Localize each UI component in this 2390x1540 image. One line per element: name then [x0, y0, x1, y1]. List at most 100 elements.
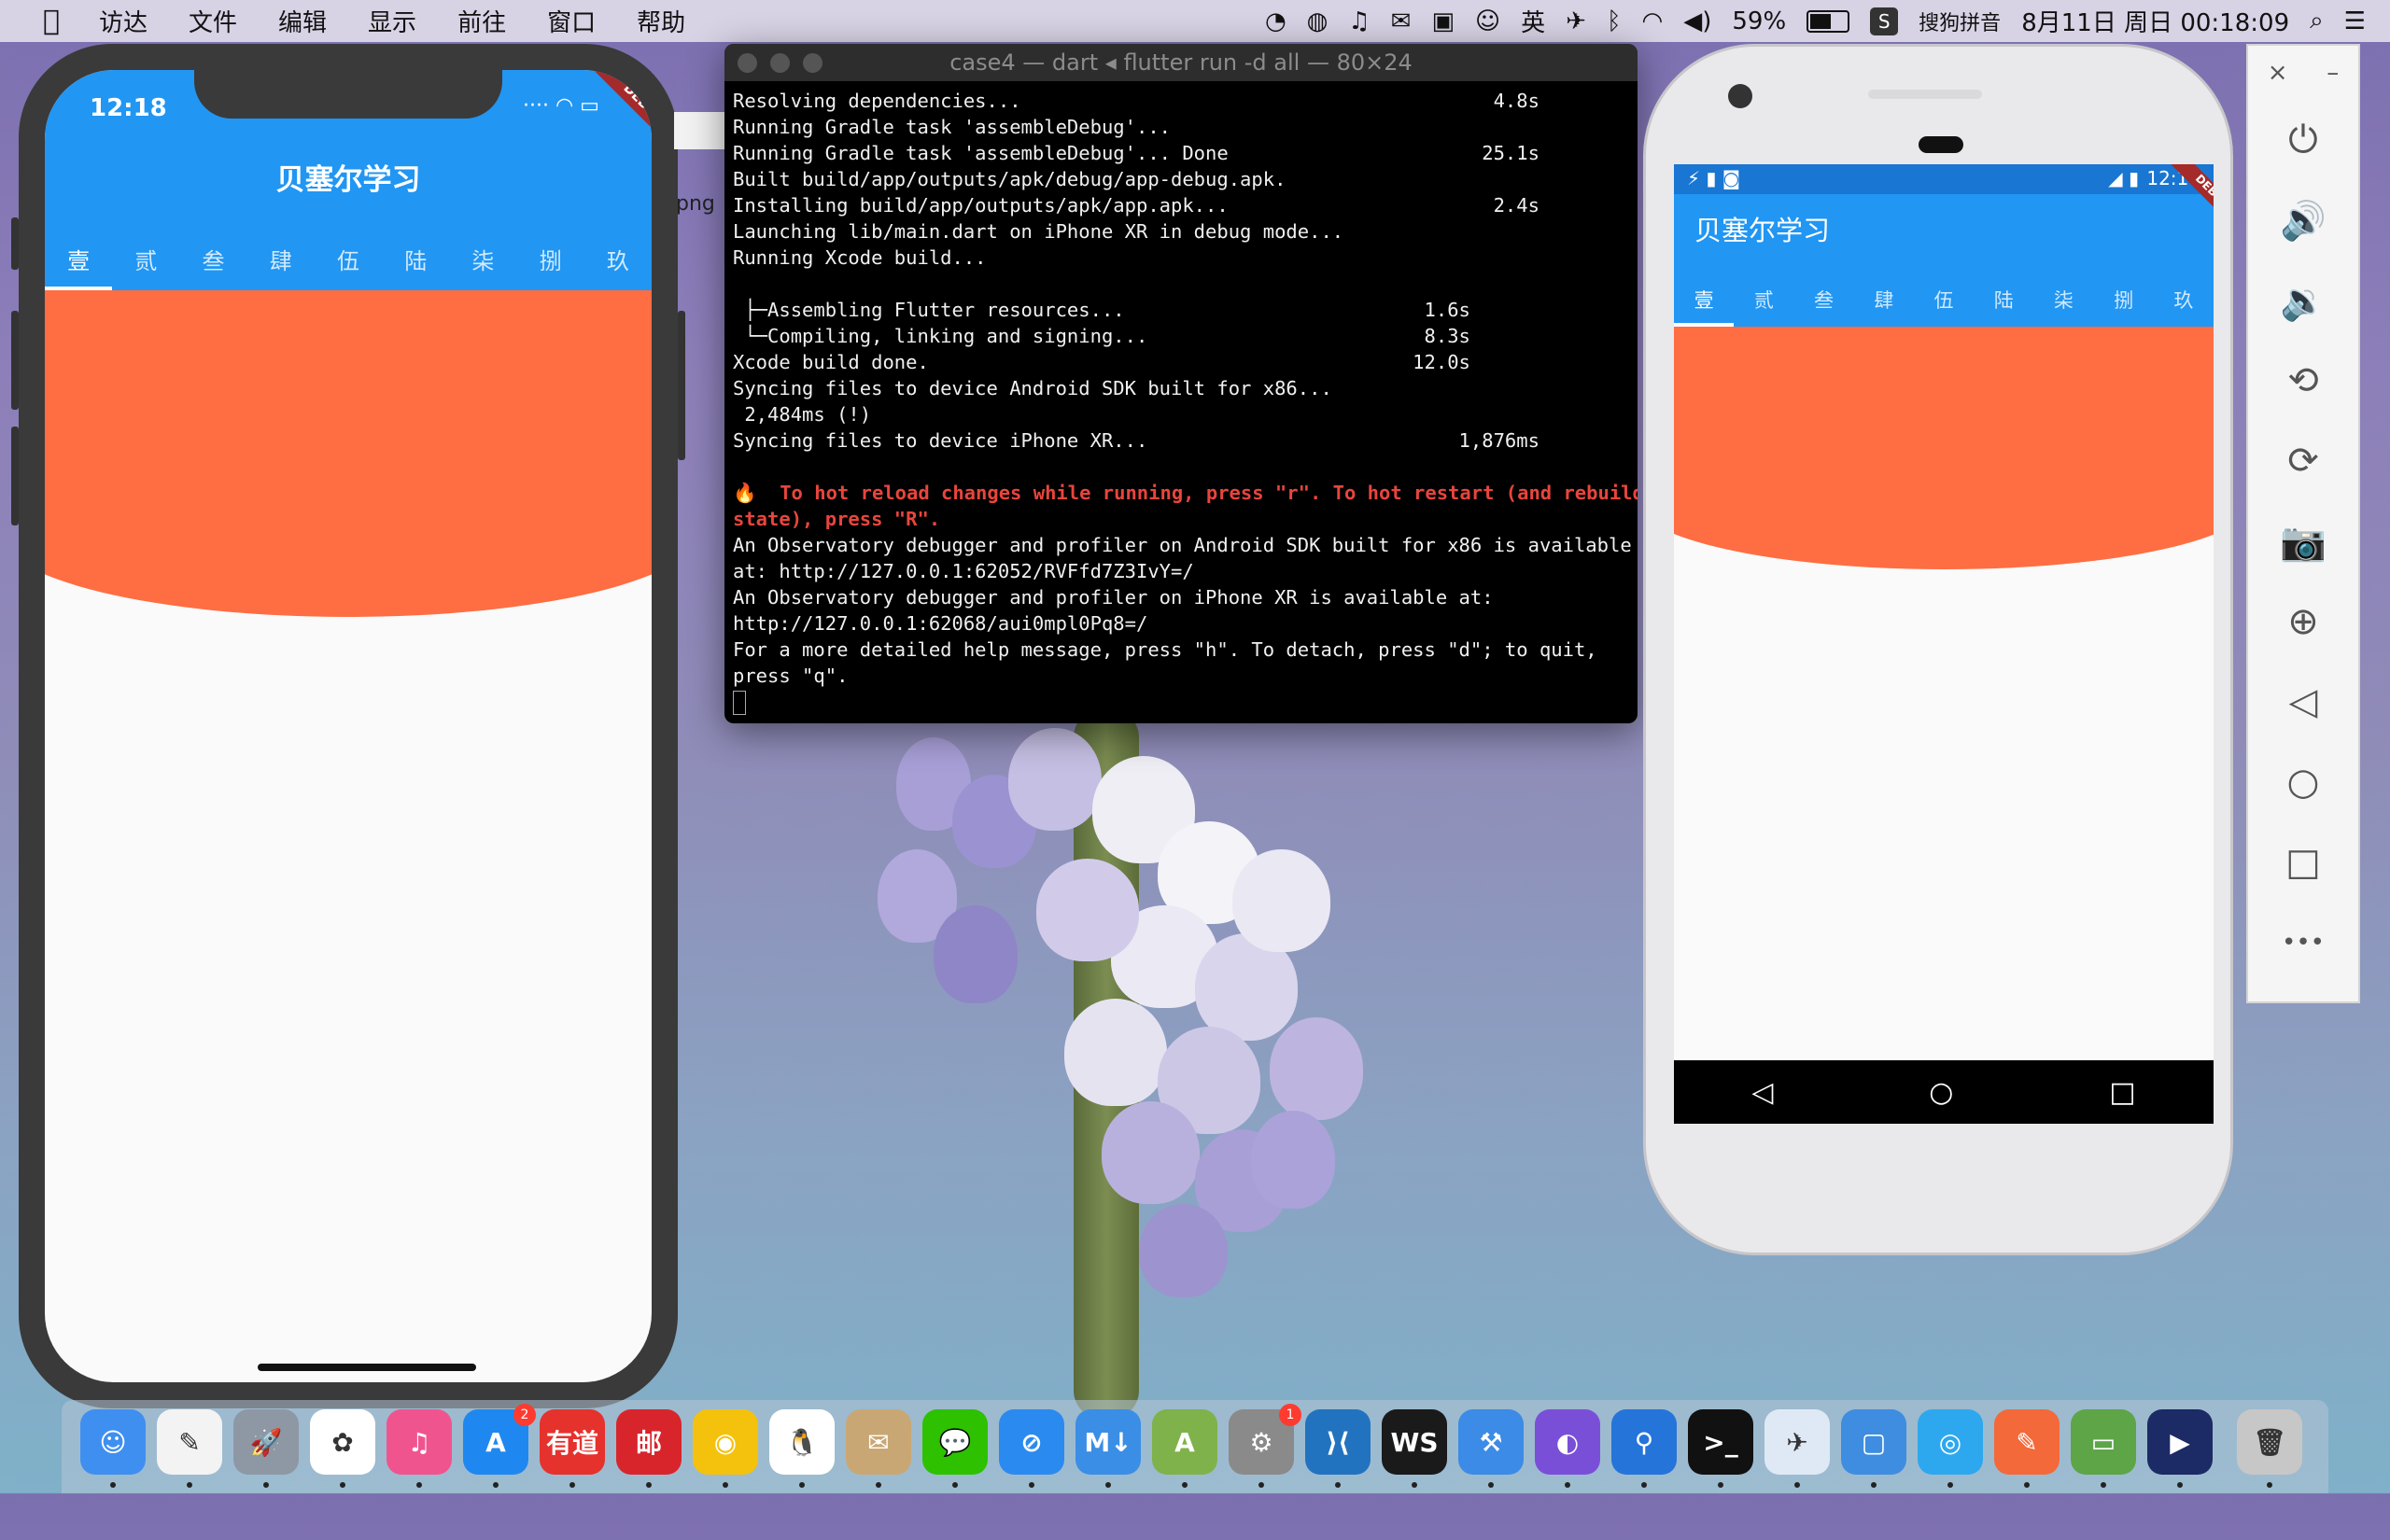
android-home-button[interactable]: ○ — [1929, 1076, 1953, 1109]
close-button[interactable] — [738, 53, 757, 73]
feather-icon[interactable]: ✈ — [1566, 7, 1586, 35]
dock-qq-icon[interactable]: 🐧 — [769, 1409, 835, 1488]
menu-finder[interactable]: 访达 — [99, 4, 148, 38]
dock-youdao-icon[interactable]: 有道 — [540, 1409, 605, 1488]
dock-simulator-icon[interactable]: ▢ — [1841, 1409, 1906, 1488]
ios-tab-9[interactable]: 玖 — [584, 234, 652, 290]
dock-xcode-icon[interactable]: ⚒ — [1458, 1409, 1524, 1488]
rotate-left-icon[interactable]: ⟲ — [2248, 341, 2358, 421]
dock-app-store-icon[interactable]: A2 — [463, 1404, 536, 1488]
apple-logo[interactable]:  — [24, 5, 78, 37]
ios-tab-5[interactable]: 伍 — [315, 234, 382, 290]
input-method-name[interactable]: 搜狗拼音 — [1919, 7, 2001, 36]
menu-help[interactable]: 帮助 — [637, 4, 685, 38]
dock-safari-icon[interactable]: ⊘ — [999, 1409, 1064, 1488]
dock-postman-icon[interactable]: ✎ — [1994, 1409, 2060, 1488]
terminal-titlebar[interactable]: case4 — dart ◂ flutter run -d all — 80×2… — [724, 44, 1638, 81]
android-screen[interactable]: ⚡ ▮ ◙ 12:18 ◢ ▮ 贝塞尔学习 DEBUG 壹 贰 叁 肆 伍 陆 … — [1674, 164, 2214, 1124]
input-method-indicator[interactable]: 英 — [1521, 4, 1545, 38]
terminal-window[interactable]: case4 — dart ◂ flutter run -d all — 80×2… — [724, 44, 1638, 723]
ios-tab-3[interactable]: 叁 — [179, 234, 246, 290]
emulator-minimize-button[interactable]: – — [2327, 59, 2339, 87]
dock-wechat-icon[interactable]: 💬 — [922, 1409, 988, 1488]
search-icon[interactable]: ⌕ — [2310, 7, 2324, 35]
android-tab-8[interactable]: 捌 — [2094, 274, 2154, 327]
wifi-icon[interactable]: ◠ — [1642, 7, 1664, 35]
bell-icon[interactable]: ♫ — [1348, 7, 1370, 35]
rotate-right-icon[interactable]: ⟳ — [2248, 421, 2358, 501]
android-tab-4[interactable]: 肆 — [1854, 274, 1914, 327]
android-tab-1[interactable]: 壹 — [1674, 274, 1735, 327]
ios-tab-7[interactable]: 柒 — [449, 234, 516, 290]
terminal-output[interactable]: Resolving dependencies... 4.8s Running Gr… — [724, 81, 1638, 715]
overview-icon[interactable]: □ — [2248, 822, 2358, 903]
menu-view[interactable]: 显示 — [368, 4, 416, 38]
dock-terminal-app-icon[interactable]: >_ — [1688, 1409, 1753, 1488]
android-tab-5[interactable]: 伍 — [1914, 274, 1974, 327]
emulator-close-button[interactable]: × — [2268, 59, 2288, 87]
power-icon[interactable]: ⏻ — [2248, 100, 2358, 180]
wechat-icon[interactable]: ◍ — [1307, 7, 1329, 35]
zoom-icon[interactable]: ⊕ — [2248, 581, 2358, 662]
more-icon[interactable]: ••• — [2248, 903, 2358, 983]
mail-icon[interactable]: ✉ — [1391, 7, 1412, 35]
dock-trash-icon[interactable]: 🗑 — [2237, 1409, 2302, 1488]
control-list-icon[interactable]: ☰ — [2344, 7, 2366, 35]
dock-vscode-icon[interactable]: ⟩⟨ — [1305, 1409, 1371, 1488]
android-tab-2[interactable]: 贰 — [1734, 274, 1793, 327]
ios-home-indicator[interactable] — [258, 1364, 476, 1371]
menu-window[interactable]: 窗口 — [547, 4, 596, 38]
android-tab-7[interactable]: 柒 — [2033, 274, 2093, 327]
dock-markdown-icon[interactable]: M↓ — [1076, 1409, 1141, 1488]
camera-icon[interactable]: 📷 — [2248, 501, 2358, 581]
terminal-cursor[interactable] — [733, 689, 1629, 715]
dock-github-desktop-icon[interactable]: ◐ — [1535, 1409, 1600, 1488]
iphone-screen[interactable]: 12:18 ···· ◠ ▭ 贝塞尔学习 DEBUG 壹 贰 叁 肆 伍 陆 柒… — [45, 70, 652, 1382]
sogou-icon[interactable]: S — [1870, 7, 1899, 35]
dock-textedit-icon[interactable]: ✎ — [157, 1409, 222, 1488]
dock-android-emulator-icon[interactable]: ▭ — [2071, 1409, 2136, 1488]
dock-quicktime-icon[interactable]: ◎ — [1918, 1409, 1983, 1488]
android-back-button[interactable]: ◁ — [1751, 1076, 1773, 1109]
ios-tab-6[interactable]: 陆 — [382, 234, 449, 290]
dock-sourcetree-icon[interactable]: ⚲ — [1611, 1409, 1677, 1488]
dock-feishu-icon[interactable]: ✈ — [1764, 1409, 1830, 1488]
zoom-button[interactable] — [803, 53, 822, 73]
dock-system-preferences-icon[interactable]: ⚙ 1 — [1229, 1404, 1301, 1488]
notification-icon[interactable]: ▣ — [1431, 7, 1455, 35]
menu-go[interactable]: 前往 — [457, 4, 506, 38]
emoji-icon[interactable]: ☺ — [1475, 7, 1500, 35]
android-tab-6[interactable]: 陆 — [1974, 274, 2033, 327]
dock-preview-icon[interactable]: ✉ — [846, 1409, 911, 1488]
android-tab-3[interactable]: 叁 — [1793, 274, 1853, 327]
home-icon[interactable]: ○ — [2248, 742, 2358, 822]
dock-webstorm-icon[interactable]: WS — [1382, 1409, 1447, 1488]
ios-tab-2[interactable]: 贰 — [112, 234, 179, 290]
volume-icon[interactable]: ◀) — [1683, 7, 1711, 35]
battery-percent[interactable]: 59% — [1732, 7, 1786, 35]
menu-edit[interactable]: 编辑 — [278, 4, 327, 38]
dock-mail-app-icon[interactable]: 邮 — [616, 1409, 682, 1488]
dock-finder-icon[interactable]: ☺ — [80, 1409, 146, 1488]
menu-file[interactable]: 文件 — [189, 4, 237, 38]
menubar-clock[interactable]: 8月11日 周日 00:18:09 — [2021, 4, 2289, 38]
volume-down-icon[interactable]: 🔉 — [2248, 260, 2358, 341]
dock-android-studio-icon[interactable]: A — [1152, 1409, 1217, 1488]
terminal-line: Xcode build done. 12.0s — [733, 351, 1470, 373]
dock-chrome-icon[interactable]: ◉ — [693, 1409, 758, 1488]
android-recents-button[interactable]: □ — [2109, 1076, 2135, 1109]
minimize-button[interactable] — [770, 53, 790, 73]
ios-tab-4[interactable]: 肆 — [247, 234, 315, 290]
volume-up-icon[interactable]: 🔊 — [2248, 180, 2358, 260]
dock-itunes-icon[interactable]: ♫ — [387, 1409, 452, 1488]
dock-infuse-icon[interactable]: ▶ — [2147, 1409, 2213, 1488]
battery-icon[interactable] — [1807, 9, 1850, 33]
android-tab-9[interactable]: 玖 — [2154, 274, 2214, 327]
dock-photos-icon[interactable]: ✿ — [310, 1409, 375, 1488]
bluetooth-icon[interactable]: ᛒ — [1607, 7, 1622, 35]
ios-tab-8[interactable]: 捌 — [517, 234, 584, 290]
ios-tab-1[interactable]: 壹 — [45, 234, 113, 290]
back-icon[interactable]: ◁ — [2248, 662, 2358, 742]
dock-launchpad-icon[interactable]: 🚀 — [233, 1409, 299, 1488]
qq-icon[interactable]: ◔ — [1265, 7, 1286, 35]
